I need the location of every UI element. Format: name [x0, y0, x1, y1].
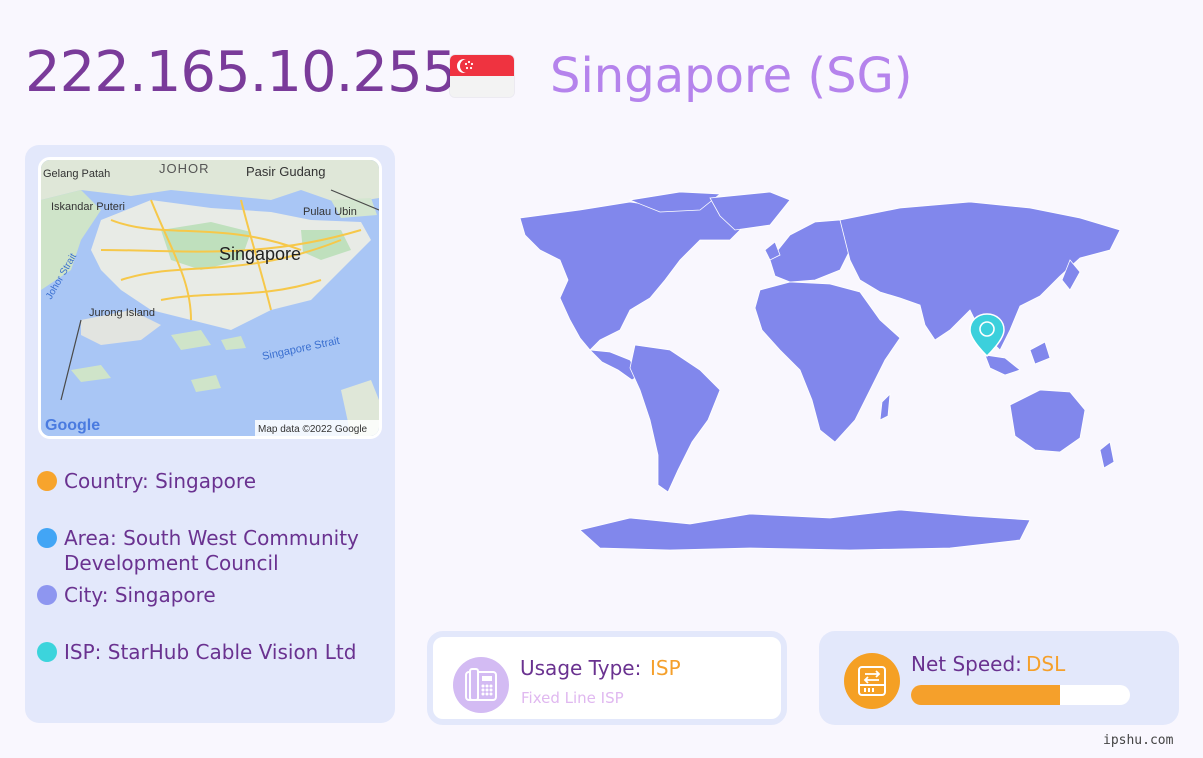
map-label-johor: JOHOR [159, 161, 210, 176]
map-label-jurong-island: Jurong Island [89, 307, 155, 319]
info-area-row: Area: South West Community Development C… [37, 526, 364, 576]
world-map [519, 191, 1121, 551]
area-dot [37, 528, 57, 548]
map-label-gelang-patah: Gelang Patah [43, 168, 110, 180]
net-speed-value: DSL [1026, 652, 1066, 676]
map-label-pasir-gudang: Pasir Gudang [246, 164, 326, 179]
info-country-row: Country: Singapore [37, 469, 364, 494]
usage-type-label: Usage Type: [520, 656, 642, 680]
net-speed-bar-fill [911, 685, 1060, 705]
country-dot [37, 471, 57, 491]
location-map[interactable]: Gelang Patah JOHOR Pasir Gudang Iskandar… [38, 157, 382, 439]
map-attribution: Map data ©2022 Google [258, 424, 368, 435]
net-speed-label: Net Speed: [911, 652, 1022, 676]
info-area: Area: South West Community Development C… [64, 526, 359, 575]
city-dot [37, 585, 57, 605]
isp-dot [37, 642, 57, 662]
usage-type-value: ISP [650, 656, 681, 680]
location-card: Gelang Patah JOHOR Pasir Gudang Iskandar… [25, 145, 395, 723]
singapore-flag-icon [450, 55, 514, 97]
map-label-pulau-ubin: Pulau Ubin [303, 206, 357, 218]
phone-icon [453, 657, 509, 713]
country-title: Singapore (SG) [550, 48, 913, 104]
hard-drive-icon [844, 653, 900, 709]
map-label-iskandar-puteri: Iskandar Puteri [51, 201, 125, 213]
google-logo: Google [45, 417, 100, 434]
net-speed-bar [911, 685, 1130, 705]
info-isp-row: ISP: StarHub Cable Vision Ltd [37, 640, 364, 665]
info-city-row: City: Singapore [37, 583, 364, 608]
map-label-singapore: Singapore [219, 244, 301, 264]
location-pin-icon [969, 313, 1005, 358]
info-city: City: Singapore [64, 583, 216, 607]
ip-address-title: 222.165.10.255 [25, 40, 457, 105]
net-speed-card: Net Speed: DSL [819, 631, 1179, 725]
usage-type-card: Usage Type: ISP Fixed Line ISP [427, 631, 787, 725]
usage-type-sub: Fixed Line ISP [521, 689, 624, 707]
info-isp: ISP: StarHub Cable Vision Ltd [64, 640, 357, 664]
watermark: ipshu.com [1103, 733, 1174, 748]
info-country: Country: Singapore [64, 469, 256, 493]
